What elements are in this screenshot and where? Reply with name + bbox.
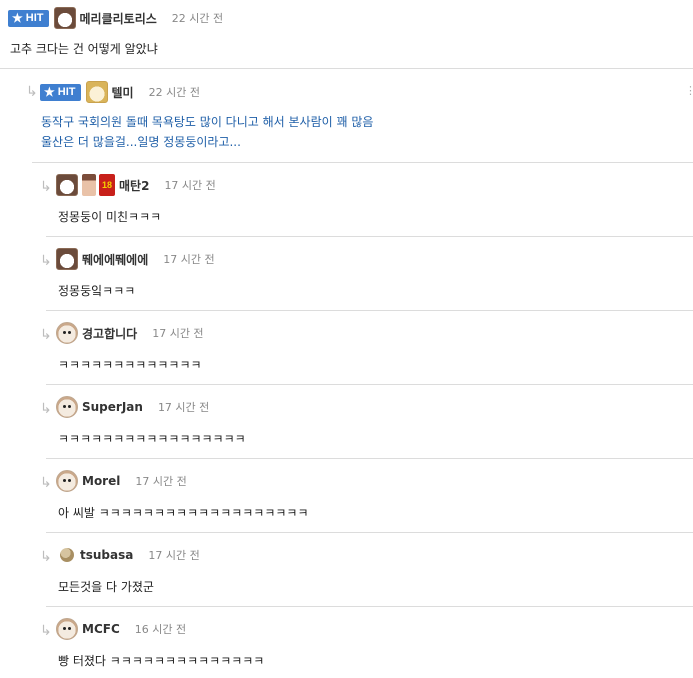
timestamp: 17 시간 전	[164, 179, 216, 192]
divider	[32, 162, 693, 163]
divider	[46, 606, 693, 607]
comment-header: ★ HIT 메리클리토리스 22 시간 전	[8, 7, 223, 29]
avatar[interactable]	[85, 81, 108, 103]
timestamp: 17 시간 전	[152, 327, 204, 340]
comment-header: Morel 17 시간 전	[56, 470, 187, 492]
comment-header: MCFC 16 시간 전	[56, 618, 186, 640]
comment-text: 고추 크다는 건 어떻게 알았냐	[10, 42, 158, 56]
reply-arrow-icon: ↳	[40, 179, 52, 195]
reply-arrow-icon: ↳	[40, 549, 52, 565]
timestamp: 16 시간 전	[134, 623, 187, 636]
comment-text: ㅋㅋㅋㅋㅋㅋㅋㅋㅋㅋㅋㅋㅋ	[58, 358, 202, 372]
divider	[46, 458, 693, 459]
nickname[interactable]: 매탄2	[119, 177, 149, 194]
timestamp: 17 시간 전	[157, 401, 210, 414]
comment-text: 정몽둥잌ㅋㅋㅋ	[58, 284, 136, 298]
nickname[interactable]: MCFC	[82, 622, 120, 636]
comment-text: 동작구 국회의원 돌때 목욕탕도 많이 다니고 해서 본사람이 꽤 많음 울산은…	[41, 115, 374, 149]
comment-text: ㅋㅋㅋㅋㅋㅋㅋㅋㅋㅋㅋㅋㅋㅋㅋㅋㅋ	[58, 432, 246, 446]
avatar[interactable]	[56, 618, 78, 640]
nickname[interactable]: 경고합니다	[82, 325, 137, 342]
reply-arrow-icon: ↳	[40, 401, 52, 417]
avatar[interactable]	[53, 7, 76, 29]
avatar[interactable]	[56, 396, 78, 418]
divider	[46, 236, 693, 237]
reply-arrow-icon: ↳	[40, 623, 52, 639]
nickname[interactable]: 텔미	[112, 84, 134, 101]
avatar[interactable]	[56, 174, 78, 196]
timestamp: 17 시간 전	[163, 253, 215, 266]
reply-arrow-icon: ↳	[40, 253, 52, 269]
divider	[46, 384, 693, 385]
reply-arrow-icon: ↳	[40, 475, 52, 491]
avatar	[82, 174, 96, 196]
nickname[interactable]: 뛔에에뛔에에	[82, 251, 148, 268]
comment-header: 뛔에에뛔에에 17 시간 전	[56, 248, 215, 270]
avatar[interactable]	[56, 322, 78, 344]
nickname[interactable]: tsubasa	[80, 548, 133, 562]
nickname[interactable]: Morel	[82, 474, 120, 488]
avatar[interactable]	[56, 470, 78, 492]
jersey-icon: 18	[99, 174, 115, 196]
comment-text: 모든것을 다 가졌군	[58, 580, 154, 594]
reply-arrow-icon: ↳	[26, 84, 38, 100]
comment-header: tsubasa 17 시간 전	[56, 544, 200, 566]
star-icon: ★	[12, 11, 23, 25]
divider	[46, 310, 693, 311]
comment-text: 아 씨발 ㅋㅋㅋㅋㅋㅋㅋㅋㅋㅋㅋㅋㅋㅋㅋㅋㅋㅋㅋ	[58, 506, 309, 520]
timestamp: 22 시간 전	[148, 86, 200, 99]
comment-header: 18 매탄2 17 시간 전	[56, 174, 216, 196]
timestamp: 17 시간 전	[135, 475, 187, 488]
divider	[0, 68, 693, 69]
nickname[interactable]: SuperJan	[82, 400, 143, 414]
more-icon[interactable]: ⋮	[685, 84, 693, 97]
timestamp: 22 시간 전	[171, 12, 224, 25]
divider	[46, 532, 693, 533]
comment-text: 정몽둥이 미친ㅋㅋㅋ	[58, 210, 162, 224]
avatar[interactable]	[56, 248, 78, 270]
timestamp: 17 시간 전	[148, 549, 200, 562]
comment-header: SuperJan 17 시간 전	[56, 396, 209, 418]
comment-header: 경고합니다 17 시간 전	[56, 322, 204, 344]
comment-text: 빵 터졌다 ㅋㅋㅋㅋㅋㅋㅋㅋㅋㅋㅋㅋㅋㅋ	[58, 654, 265, 668]
star-icon: ★	[44, 85, 55, 99]
hit-badge: ★ HIT	[8, 9, 49, 27]
comment-header: ★ HIT 텔미 22 시간 전	[40, 81, 200, 103]
hit-badge: ★ HIT	[40, 83, 81, 101]
avatar[interactable]	[60, 548, 74, 562]
nickname[interactable]: 메리클리토리스	[80, 10, 157, 27]
reply-arrow-icon: ↳	[40, 327, 52, 343]
